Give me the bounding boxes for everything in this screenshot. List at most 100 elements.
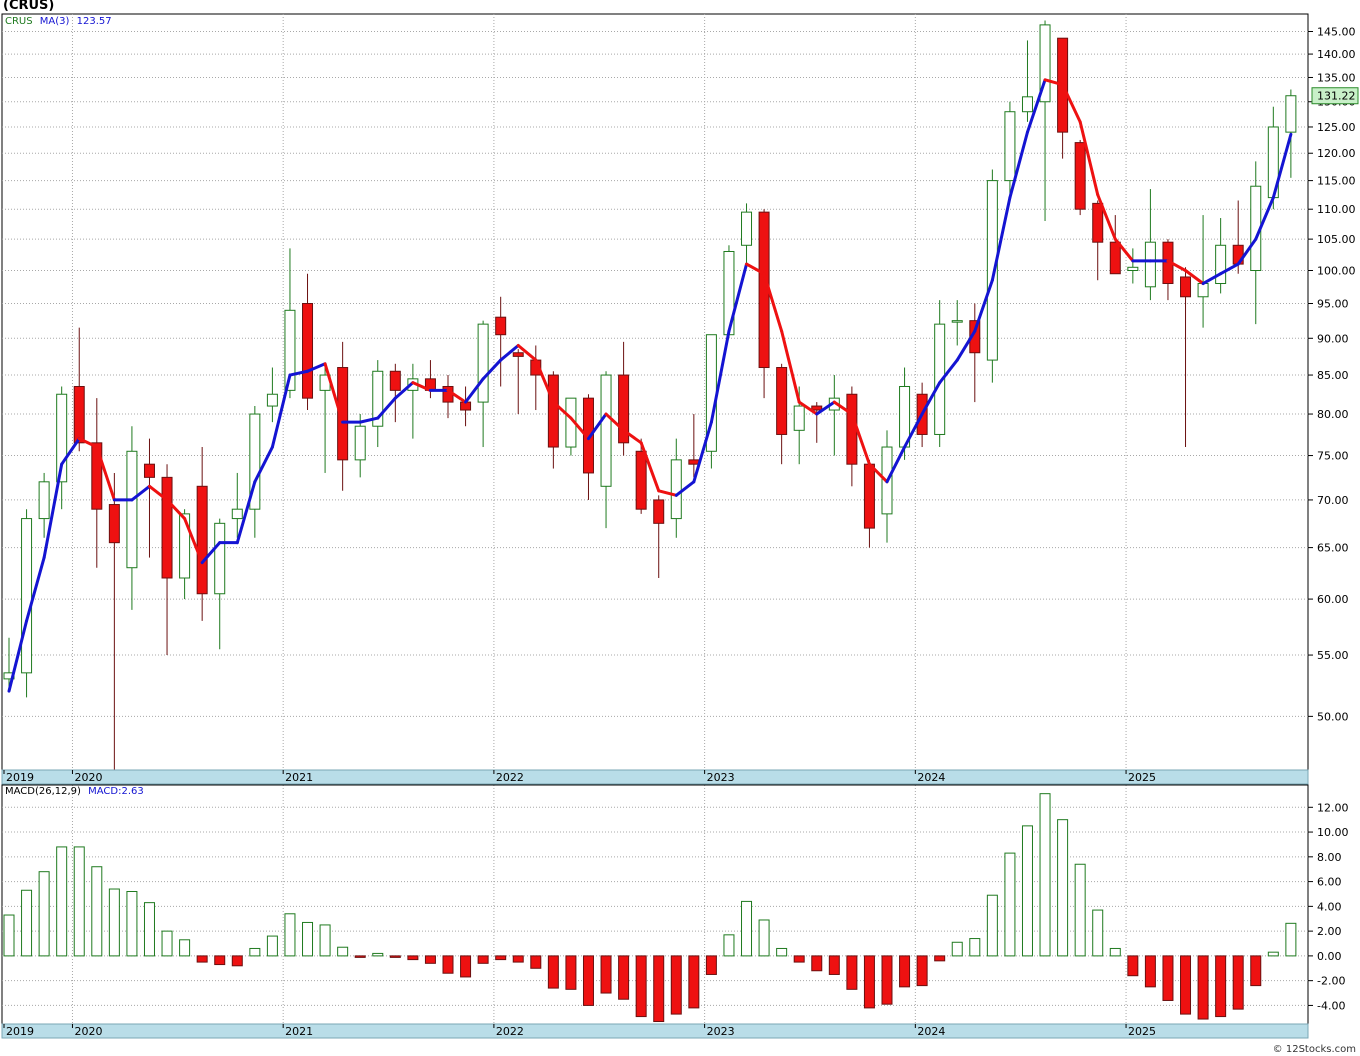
- macd-bar: [1039, 793, 1051, 957]
- candle: [758, 209, 770, 399]
- year-label: 2025: [1128, 771, 1156, 784]
- price-tick-label: 125.00: [1317, 121, 1356, 134]
- price-tick-label: 85.00: [1317, 369, 1349, 382]
- year-label: 2022: [496, 1025, 524, 1038]
- candle-body: [811, 405, 823, 411]
- candle-body: [1285, 95, 1297, 133]
- macd-tick-label: 2.00: [1317, 925, 1342, 938]
- candle: [214, 518, 226, 650]
- macd-bar: [530, 955, 542, 969]
- macd-tick-label: 0.00: [1317, 950, 1342, 963]
- price-legend: CRUS MA(3) 123.57: [5, 16, 112, 27]
- macd-bar: [407, 955, 419, 961]
- macd-bar: [1074, 863, 1086, 957]
- macd-tick-label: -4.00: [1317, 999, 1345, 1012]
- price-tick-label: 75.00: [1317, 450, 1349, 463]
- year-label: 2021: [285, 1025, 313, 1038]
- candle: [302, 273, 314, 411]
- candle: [811, 402, 823, 443]
- macd-tick-label: 12.00: [1317, 801, 1349, 814]
- year-label: 2025: [1128, 1025, 1156, 1038]
- chart-canvas: 50.00 55.00 60.00 65.00 70.00 75.00 80.00 85.00…: [1, 13, 1359, 1039]
- candle: [1057, 37, 1069, 159]
- macd-bar: [442, 955, 454, 974]
- macd-bar: [600, 955, 612, 994]
- candle: [670, 438, 682, 538]
- year-label: 2021: [285, 771, 313, 784]
- year-label: 2020: [74, 1025, 102, 1038]
- price-tick-label: 95.00: [1317, 298, 1349, 311]
- price-tick-label: 140.00: [1317, 48, 1356, 61]
- price-axis: 50.00 55.00 60.00 65.00 70.00 75.00 80.00 85.00…: [1308, 26, 1359, 723]
- macd-bar: [1250, 955, 1262, 987]
- candle-body: [38, 481, 50, 520]
- macd-bar: [846, 955, 858, 990]
- macd-bar: [143, 902, 155, 957]
- macd-bar: [91, 866, 103, 957]
- candle-body: [512, 352, 524, 357]
- candle-body: [1127, 266, 1139, 272]
- candle: [934, 300, 946, 448]
- candle-body: [214, 522, 226, 595]
- macd-bar: [1109, 947, 1121, 957]
- macd-bar: [565, 955, 577, 990]
- candle: [741, 203, 753, 268]
- candle: [196, 447, 208, 621]
- candle-body: [776, 367, 788, 435]
- candle: [828, 375, 840, 456]
- macd-bar: [1162, 955, 1174, 1001]
- year-label: 2019: [6, 1025, 34, 1038]
- candle-body: [1004, 111, 1016, 182]
- macd-bar: [582, 955, 594, 1006]
- candle: [582, 394, 594, 500]
- candle: [846, 386, 858, 487]
- macd-bar: [389, 955, 401, 958]
- price-tick-label: 60.00: [1317, 593, 1349, 606]
- candle: [1215, 218, 1227, 294]
- year-label: 2024: [917, 771, 945, 784]
- candle-body: [1109, 241, 1121, 275]
- macd-tick-label: 6.00: [1317, 876, 1342, 889]
- candle-body: [635, 450, 647, 510]
- candle-body: [793, 405, 805, 431]
- candle: [863, 459, 875, 548]
- macd-panel: [3, 793, 1297, 1023]
- candle: [161, 464, 173, 656]
- macd-bar: [38, 871, 50, 957]
- macd-bar: [21, 889, 33, 957]
- macd-bar: [179, 939, 191, 957]
- macd-bar: [1092, 909, 1104, 957]
- price-tick-label: 145.00: [1317, 26, 1356, 39]
- macd-bar: [899, 955, 911, 988]
- macd-bar: [1180, 955, 1192, 1015]
- macd-bar: [214, 955, 226, 966]
- macd-bar: [969, 938, 981, 957]
- macd-bar: [635, 955, 647, 1018]
- macd-bar: [1127, 955, 1139, 977]
- candle-body: [951, 320, 963, 323]
- candle: [179, 509, 191, 600]
- price-tick-label: 90.00: [1317, 332, 1349, 345]
- year-label: 2022: [496, 771, 524, 784]
- macd-bar: [302, 921, 314, 957]
- macd-bar: [1232, 955, 1244, 1010]
- candle: [530, 345, 542, 411]
- macd-bar: [354, 955, 366, 958]
- macd-bar: [1215, 955, 1227, 1018]
- macd-axis: -4.00 -2.00 0.00 2.00 4.00 6.00 8.00 10.00 12.00: [1308, 801, 1349, 1012]
- macd-bar: [424, 955, 436, 964]
- price-tick-label: 100.00: [1317, 265, 1356, 278]
- candle: [38, 472, 50, 538]
- candle: [143, 438, 155, 558]
- macd-bar: [793, 955, 805, 963]
- price-tick-label: 70.00: [1317, 494, 1349, 507]
- macd-bar: [284, 913, 296, 957]
- candle: [73, 327, 85, 452]
- macd-bar: [460, 955, 472, 978]
- macd-bar: [477, 955, 489, 964]
- macd-tick-label: -2.00: [1317, 975, 1345, 988]
- macd-bar: [319, 924, 331, 957]
- macd-legend: MACD(26,12,9) MACD:2.63: [5, 786, 144, 797]
- macd-bar: [951, 941, 963, 957]
- macd-bar: [1267, 951, 1279, 957]
